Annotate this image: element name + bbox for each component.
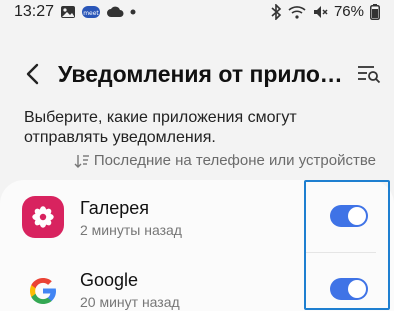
sort-icon <box>74 154 89 168</box>
mute-icon <box>312 4 328 20</box>
app-name: Галерея <box>80 198 150 218</box>
status-left: 13:27 meet <box>14 3 136 21</box>
battery-icon <box>370 3 380 20</box>
page-title: Уведомления от приложе… <box>58 61 354 87</box>
google-g-icon <box>22 270 64 311</box>
list-item-google[interactable]: Google 20 минут назад <box>0 258 394 311</box>
description-text: Выберите, какие приложения смогут отправ… <box>24 109 297 146</box>
sort-selector[interactable]: Последние на телефоне или устройстве <box>74 152 376 169</box>
toggle-knob <box>348 280 366 298</box>
status-right: 76% <box>270 3 380 20</box>
image-icon <box>60 4 76 20</box>
wifi-icon <box>288 5 306 19</box>
app-list-card: Галерея 2 минуты назад Google 20 минут н… <box>0 180 394 311</box>
app-name: Google <box>80 270 139 290</box>
svg-text:meet: meet <box>83 10 99 17</box>
dot-icon <box>130 9 136 15</box>
app-last-notification: 2 минуты назад <box>80 222 182 238</box>
filter-search-icon <box>358 66 381 84</box>
sort-label: Последние на телефоне или устройстве <box>93 152 376 169</box>
filter-search-button[interactable] <box>356 62 382 86</box>
toggle-knob <box>348 207 366 225</box>
list-item-gallery[interactable]: Галерея 2 минуты назад <box>0 180 394 245</box>
back-arrow-icon <box>26 63 39 85</box>
divider <box>306 252 376 253</box>
back-button[interactable] <box>18 60 46 88</box>
google-notifications-toggle[interactable] <box>330 278 368 300</box>
meet-icon: meet <box>82 5 101 19</box>
gallery-notifications-toggle[interactable] <box>330 205 368 227</box>
cloud-icon <box>106 5 124 19</box>
gallery-flower-icon <box>22 196 64 238</box>
bluetooth-icon <box>270 3 282 20</box>
app-last-notification: 20 минут назад <box>80 294 180 310</box>
status-time: 13:27 <box>14 3 55 20</box>
status-bar: 13:27 meet 76% <box>0 0 394 26</box>
battery-percent: 76% <box>333 3 364 20</box>
